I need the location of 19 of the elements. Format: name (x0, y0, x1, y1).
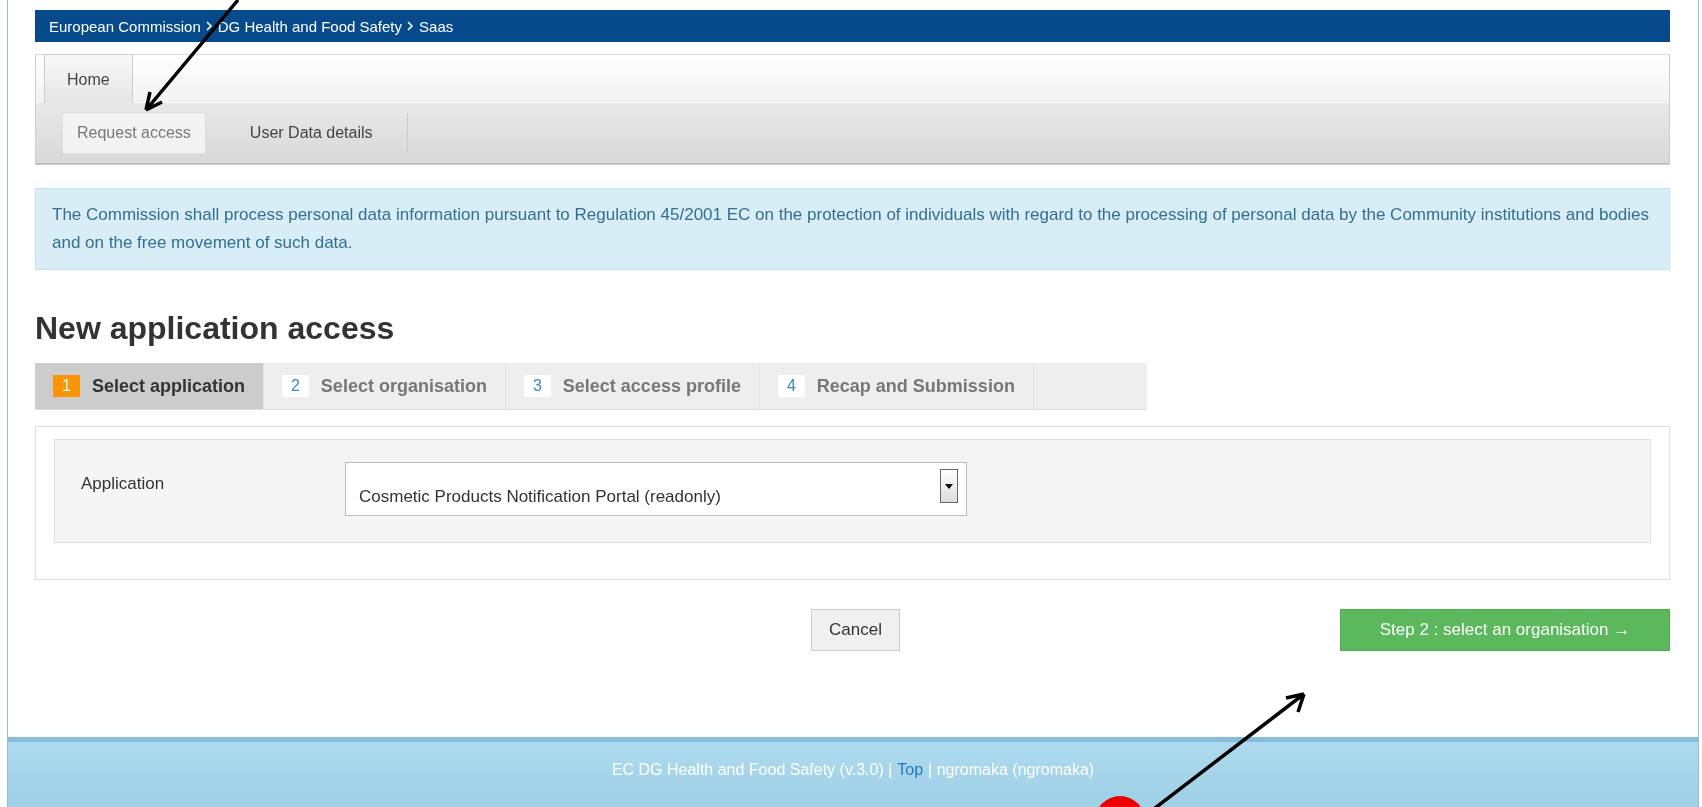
cancel-button[interactable]: Cancel (811, 609, 900, 651)
chevron-icon (205, 21, 213, 31)
application-dropdown[interactable]: Cosmetic Products Notification Portal (readonly) (345, 462, 967, 516)
field-label: Application (81, 474, 166, 494)
subnav-item[interactable]: User Data details (215, 113, 408, 153)
privacy-notice: The Commission shall process personal data information pursuant to Regulation 45/2001 EC on the protection of individuals with regard to the processing of personal data by the Community institutions and bodies and on the free movement of such data. (35, 188, 1670, 270)
breadcrumb-link[interactable]: European Commission (49, 17, 201, 35)
wizard-step[interactable]: 4 Recap and Submission (759, 363, 1034, 409)
chevron-icon (407, 21, 415, 31)
breadcrumb-link[interactable]: Saas (419, 17, 454, 35)
nav-tab[interactable]: Home (44, 54, 133, 103)
subnav-item[interactable]: Request access (62, 112, 206, 154)
wizard-step[interactable]: 3 Select access profile (505, 363, 760, 409)
wizard-step[interactable]: 2 Select organisation (263, 363, 506, 409)
footer-user: | ngromaka (ngromaka) (928, 760, 1095, 779)
footer-text: EC DG Health and Food Safety (v.3.0) | (611, 760, 893, 779)
wizard-step[interactable]: 1 Select application (35, 363, 264, 409)
page-heading: New application access (35, 310, 396, 347)
breadcrumb-link[interactable]: DG Health and Food Safety (217, 17, 403, 35)
